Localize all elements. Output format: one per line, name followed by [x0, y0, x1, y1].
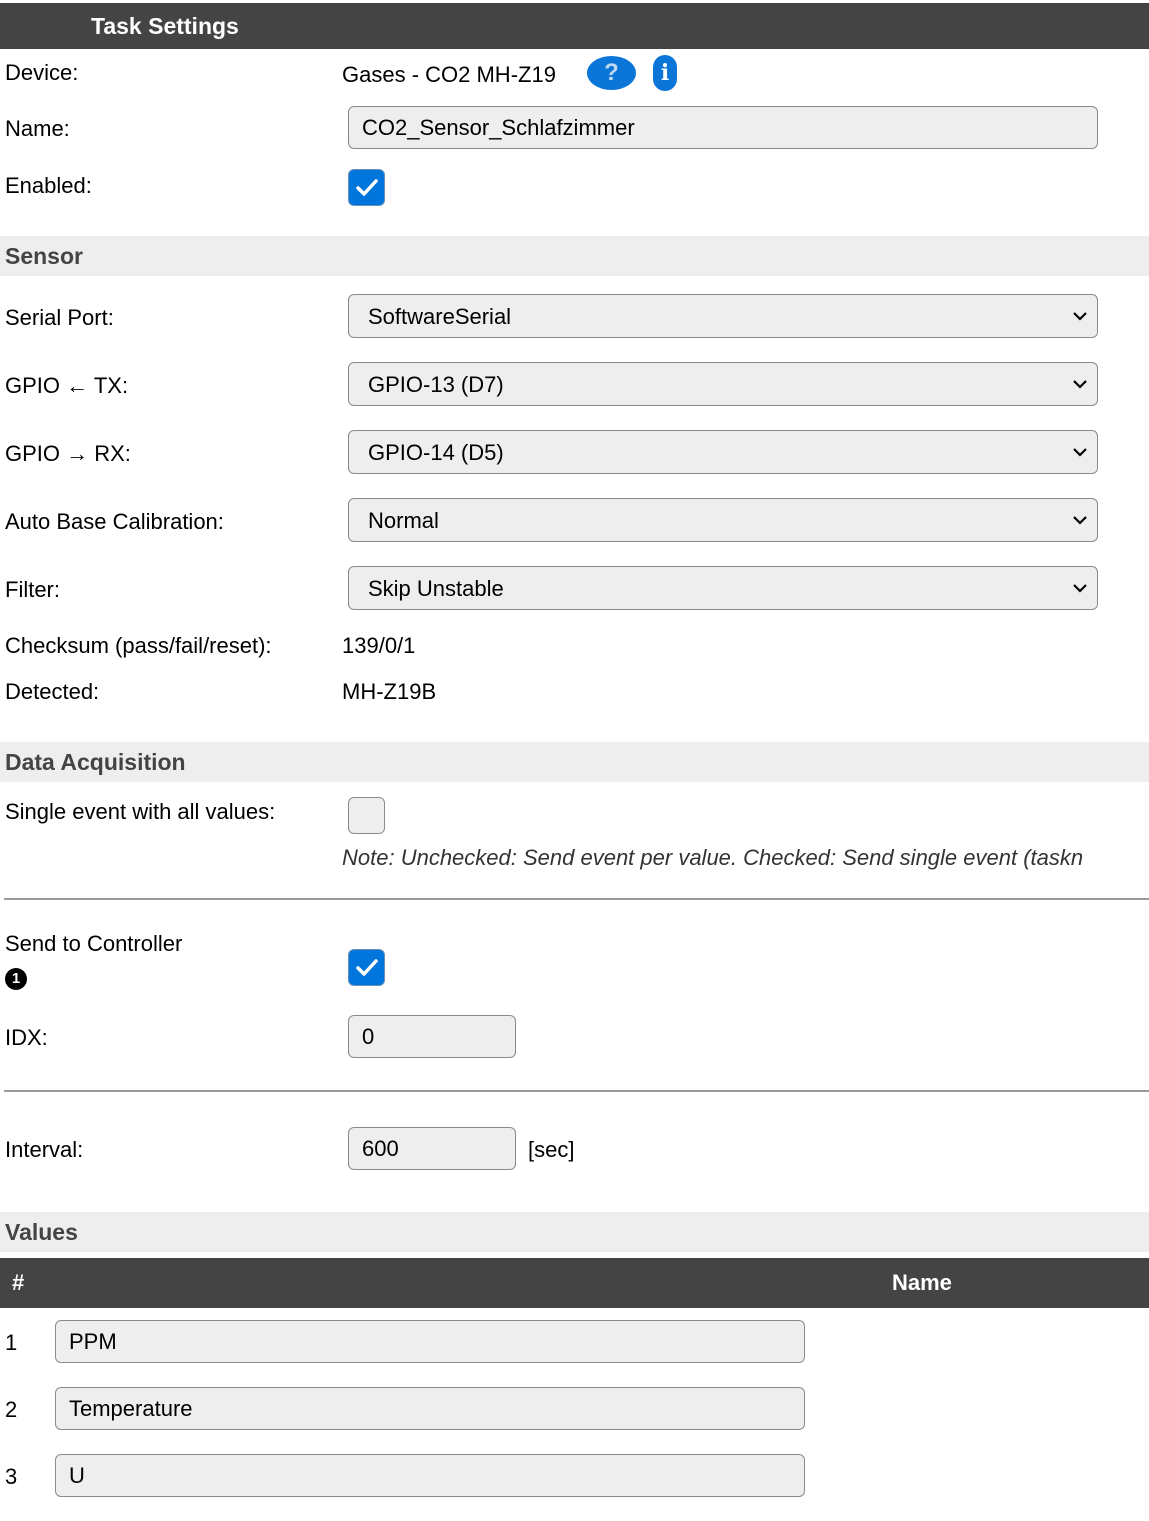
- section-title-data-acquisition: Data Acquisition: [5, 749, 186, 775]
- single-event-checkbox[interactable]: [348, 797, 385, 834]
- single-event-note: Note: Unchecked: Send event per value. C…: [342, 845, 1084, 870]
- chevron-down-icon: [1073, 584, 1087, 593]
- interval-unit: [sec]: [528, 1137, 575, 1162]
- task-name-input[interactable]: [348, 106, 1098, 149]
- checkmark-icon: [356, 179, 378, 196]
- send-to-controller-checkbox[interactable]: [348, 949, 385, 986]
- page-title: Task Settings: [91, 13, 239, 39]
- column-header-number: #: [12, 1270, 25, 1295]
- chevron-down-icon: [1073, 448, 1087, 457]
- serial-port-value: SoftwareSerial: [368, 304, 512, 329]
- device-value: Gases - CO2 MH-Z19: [342, 62, 556, 87]
- detected-value: MH-Z19B: [342, 679, 437, 704]
- interval-input[interactable]: [348, 1127, 516, 1170]
- info-icon[interactable]: i: [653, 55, 677, 91]
- idx-label: IDX:: [5, 1025, 48, 1050]
- chevron-down-icon: [1073, 516, 1087, 525]
- question-circle-icon[interactable]: ?: [587, 56, 636, 90]
- abc-value: Normal: [368, 508, 439, 533]
- values-table-header: # Name: [0, 1258, 1149, 1308]
- info-glyph: i: [660, 60, 670, 86]
- section-values: Values: [0, 1212, 1149, 1252]
- value-name-input[interactable]: [55, 1387, 805, 1430]
- gpio-tx-label: GPIO ← TX:: [5, 373, 129, 398]
- checksum-label: Checksum (pass/fail/reset):: [5, 633, 272, 658]
- abc-select[interactable]: Normal: [348, 498, 1098, 542]
- serial-port-label: Serial Port:: [5, 305, 114, 330]
- value-row-number: 2: [5, 1397, 18, 1422]
- gpio-tx-value: GPIO-13 (D7): [368, 372, 504, 397]
- gpio-rx-select[interactable]: GPIO-14 (D5): [348, 430, 1098, 474]
- gpio-rx-value: GPIO-14 (D5): [368, 440, 504, 465]
- filter-label: Filter:: [5, 577, 60, 602]
- section-sensor: Sensor: [0, 236, 1149, 276]
- checkmark-icon: [356, 959, 378, 976]
- divider: [4, 898, 1149, 900]
- value-row-number: 3: [5, 1464, 18, 1489]
- gpio-tx-select[interactable]: GPIO-13 (D7): [348, 362, 1098, 406]
- single-event-label: Single event with all values:: [5, 799, 276, 824]
- device-label: Device:: [5, 60, 79, 85]
- chevron-down-icon: [1073, 380, 1087, 389]
- gpio-rx-label: GPIO → RX:: [5, 441, 131, 466]
- column-header-name: Name: [892, 1270, 952, 1295]
- enabled-label: Enabled:: [5, 173, 92, 198]
- idx-input[interactable]: [348, 1015, 516, 1058]
- section-title-sensor: Sensor: [5, 243, 83, 269]
- send-to-controller-label: Send to Controller: [5, 931, 183, 956]
- enabled-checkbox[interactable]: [348, 169, 385, 206]
- help-glyph: ?: [604, 59, 619, 86]
- abc-label: Auto Base Calibration:: [5, 509, 224, 534]
- value-row-number: 1: [5, 1330, 18, 1355]
- interval-label: Interval:: [5, 1137, 84, 1162]
- chevron-down-icon: [1073, 312, 1087, 321]
- name-label: Name:: [5, 116, 70, 141]
- serial-port-select[interactable]: SoftwareSerial: [348, 294, 1098, 338]
- section-data-acquisition: Data Acquisition: [0, 742, 1149, 782]
- filter-value: Skip Unstable: [368, 576, 504, 601]
- task-settings-header: Task Settings: [0, 3, 1149, 49]
- value-name-input[interactable]: [55, 1454, 805, 1497]
- value-name-input[interactable]: [55, 1320, 805, 1363]
- checksum-value: 139/0/1: [342, 633, 416, 658]
- filter-select[interactable]: Skip Unstable: [348, 566, 1098, 610]
- controller-number-badge: 1: [5, 968, 27, 990]
- detected-label: Detected:: [5, 679, 100, 704]
- section-title-values: Values: [5, 1219, 78, 1245]
- divider: [4, 1090, 1149, 1092]
